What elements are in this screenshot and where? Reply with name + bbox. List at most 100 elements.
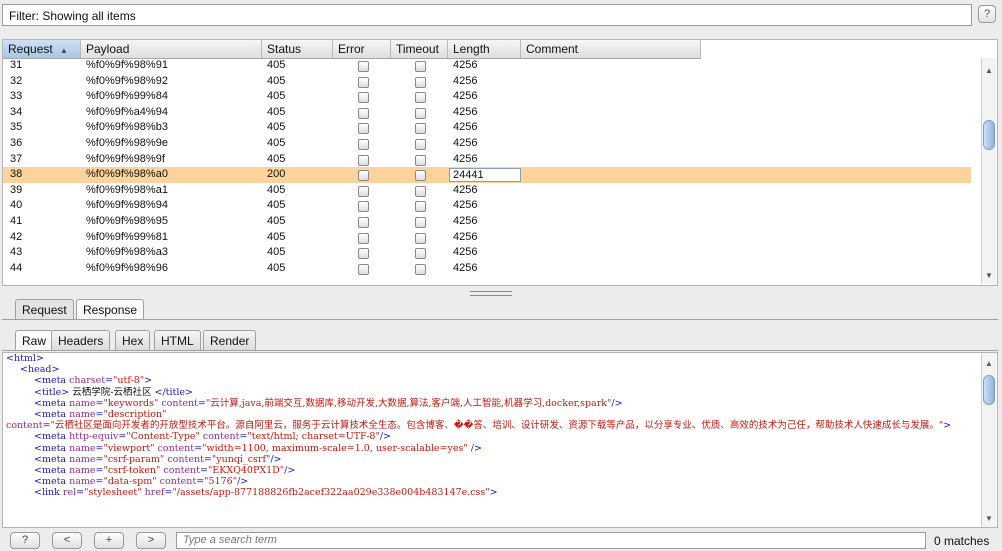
filter-bar[interactable]: Filter: Showing all items [2, 4, 972, 26]
cell-request: 36 [10, 137, 23, 149]
timeout-checkbox[interactable] [415, 154, 426, 166]
timeout-checkbox[interactable] [415, 76, 426, 88]
error-checkbox[interactable] [358, 139, 369, 150]
timeout-checkbox[interactable] [415, 185, 426, 197]
error-checkbox[interactable] [358, 154, 369, 166]
cell-payload: %f0%9f%a4%94 [86, 105, 168, 118]
column-header-length[interactable]: Length [448, 40, 521, 58]
timeout-checkbox[interactable] [415, 170, 426, 182]
cell-payload: %f0%9f%98%95 [86, 215, 168, 227]
table-row[interactable]: 33 %f0%9f%99%84 405 4256 [3, 89, 971, 105]
search-input[interactable]: Type a search term [176, 532, 926, 549]
response-raw-viewer[interactable]: <html> <head> <meta charset="utf-8"> <title… [2, 352, 998, 528]
code-line: <meta http-equiv="Content-Type" content=… [34, 431, 392, 443]
tab-request[interactable]: Request [15, 299, 74, 319]
cell-status: 200 [267, 168, 286, 181]
cell-length: 4256 [453, 261, 478, 274]
cell-request: 42 [10, 230, 23, 243]
timeout-checkbox[interactable] [415, 232, 426, 244]
viewer-scrollbar[interactable]: ▲ ▼ [981, 353, 996, 527]
pane-divider-handle[interactable] [470, 291, 512, 296]
match-count: 0 matches [934, 534, 990, 548]
tab-raw[interactable]: Raw [15, 330, 54, 350]
scroll-up-icon[interactable]: ▲ [985, 66, 993, 75]
cell-length: 4256 [453, 59, 478, 71]
table-row[interactable]: 35 %f0%9f%98%b3 405 4256 [3, 120, 971, 136]
tab-hex[interactable]: Hex [115, 330, 151, 350]
add-button[interactable]: + [94, 532, 124, 549]
timeout-checkbox[interactable] [415, 61, 426, 72]
error-checkbox[interactable] [358, 123, 369, 135]
scroll-thumb[interactable] [983, 375, 995, 405]
column-header-comment[interactable]: Comment [521, 40, 701, 58]
table-row[interactable]: 41 %f0%9f%98%95 405 4256 [3, 214, 971, 230]
table-row[interactable]: 34 %f0%9f%a4%94 405 4256 [3, 105, 971, 121]
search-bar: ? < + > Type a search term 0 matches [0, 530, 1002, 551]
error-checkbox[interactable] [358, 248, 369, 260]
cell-status: 405 [267, 105, 286, 118]
column-header-payload[interactable]: Payload [81, 40, 262, 58]
timeout-checkbox[interactable] [415, 123, 426, 135]
column-header-request[interactable]: Request ▲ [3, 40, 81, 58]
table-row[interactable]: 31 %f0%9f%98%91 405 4256 [3, 58, 971, 74]
scroll-down-icon[interactable]: ▼ [985, 271, 993, 280]
timeout-checkbox[interactable] [415, 217, 426, 228]
timeout-checkbox[interactable] [415, 201, 426, 213]
error-checkbox[interactable] [358, 170, 369, 182]
cell-payload: %f0%9f%98%92 [86, 74, 168, 87]
tab-divider [2, 319, 998, 320]
error-checkbox[interactable] [358, 107, 369, 119]
column-header-timeout[interactable]: Timeout [391, 40, 448, 58]
error-checkbox[interactable] [358, 61, 369, 72]
table-row[interactable]: 32 %f0%9f%98%92 405 4256 [3, 74, 971, 90]
table-row[interactable]: 44 %f0%9f%98%96 405 4256 [3, 261, 971, 277]
cell-request: 31 [10, 59, 23, 71]
tab-response[interactable]: Response [76, 299, 145, 319]
cell-request: 41 [10, 215, 23, 227]
error-checkbox[interactable] [358, 263, 369, 275]
error-checkbox[interactable] [358, 217, 369, 228]
table-scrollbar[interactable]: ▲ ▼ [981, 58, 996, 284]
cell-payload: %f0%9f%98%94 [86, 199, 168, 212]
timeout-checkbox[interactable] [415, 263, 426, 275]
tab-headers[interactable]: Headers [51, 330, 111, 350]
cell-length: 4256 [453, 152, 478, 165]
timeout-checkbox[interactable] [415, 139, 426, 150]
table-row[interactable]: 43 %f0%9f%98%a3 405 4256 [3, 245, 971, 261]
cell-payload: %f0%9f%98%a3 [86, 246, 168, 259]
table-row[interactable]: 40 %f0%9f%98%94 405 4256 [3, 198, 971, 214]
timeout-checkbox[interactable] [415, 92, 426, 104]
table-row[interactable]: 37 %f0%9f%98%9f 405 4256 [3, 152, 971, 168]
column-header-error[interactable]: Error [333, 40, 391, 58]
table-row[interactable]: 42 %f0%9f%99%81 405 4256 [3, 230, 971, 246]
timeout-checkbox[interactable] [415, 248, 426, 260]
error-checkbox[interactable] [358, 232, 369, 244]
error-checkbox[interactable] [358, 201, 369, 213]
cell-payload: %f0%9f%99%84 [86, 90, 168, 103]
help-button[interactable]: ? [978, 5, 996, 23]
code-line: content="云栖社区是面向开发者的开放型技术平台。源自阿里云，服务于云计算… [6, 420, 952, 432]
table-row[interactable]: 38 %f0%9f%98%a0 200 24441 [3, 167, 971, 183]
next-match-button[interactable]: > [136, 532, 166, 549]
error-checkbox[interactable] [358, 76, 369, 88]
error-checkbox[interactable] [358, 185, 369, 197]
cell-payload: %f0%9f%98%a1 [86, 183, 168, 196]
scroll-up-icon[interactable]: ▲ [985, 359, 993, 368]
cell-length: 4256 [453, 199, 478, 212]
table-row[interactable]: 36 %f0%9f%98%9e 405 4256 [3, 136, 971, 152]
help-button[interactable]: ? [10, 532, 40, 549]
cell-length: 4256 [453, 105, 478, 118]
scroll-down-icon[interactable]: ▼ [985, 514, 993, 523]
column-header-status[interactable]: Status [262, 40, 333, 58]
cell-length: 4256 [453, 74, 478, 87]
previous-match-button[interactable]: < [52, 532, 82, 549]
scroll-thumb[interactable] [983, 120, 995, 150]
error-checkbox[interactable] [358, 92, 369, 104]
cell-payload: %f0%9f%98%96 [86, 261, 168, 274]
tab-html[interactable]: HTML [154, 330, 201, 350]
timeout-checkbox[interactable] [415, 107, 426, 119]
tab-render[interactable]: Render [203, 330, 257, 350]
cell-status: 405 [267, 152, 286, 165]
cell-request: 35 [10, 121, 23, 134]
table-row[interactable]: 39 %f0%9f%98%a1 405 4256 [3, 183, 971, 199]
